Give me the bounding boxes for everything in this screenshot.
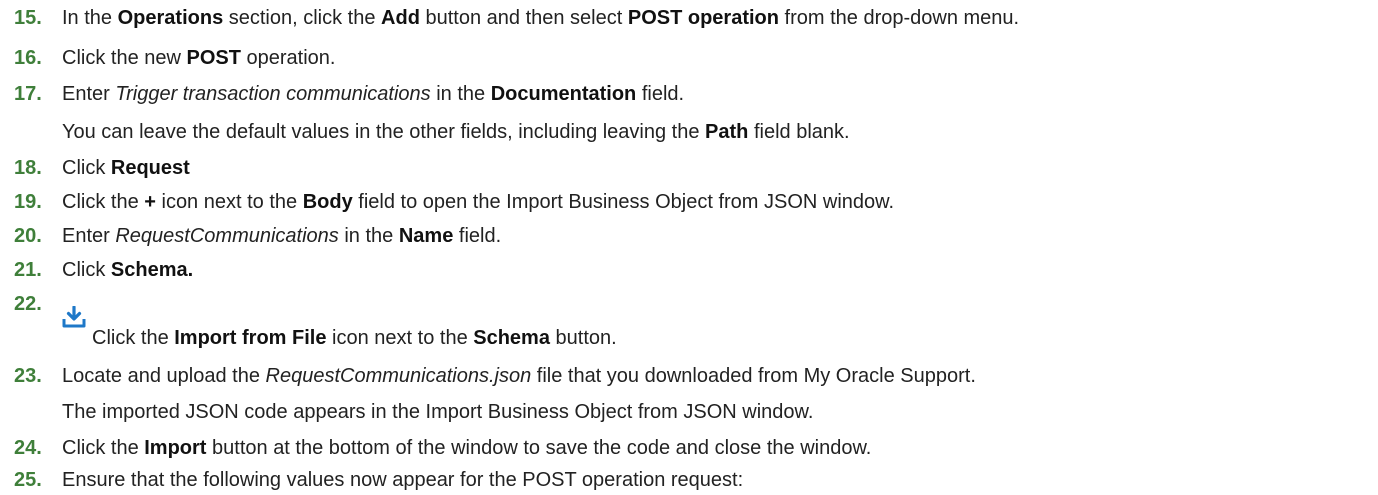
ui-term: + [144,191,156,213]
text-run: field to open the Import Business Object… [352,191,895,213]
text-run: You can leave the default values in the … [62,121,706,143]
ui-term: Path [705,121,749,143]
step-text: Click Request [62,156,190,180]
text-run: field. [636,83,685,105]
typed-value: RequestCommunications [115,225,339,247]
ui-term: Documentation [490,83,637,105]
text-run: button at the bottom of the window to sa… [206,437,872,459]
step-text: Locate and upload the RequestCommunicati… [62,364,976,388]
step-text: In the Operations section, click the Add… [62,6,1019,30]
text-run: Enter [62,83,116,105]
step-text: Ensure that the following values now app… [62,468,743,492]
step-number: 17. [14,83,42,105]
step-text: Click the Import from File icon next to … [92,326,617,350]
text-run: Click the new [62,47,187,69]
text-run: Ensure that the following values now app… [62,469,744,491]
text-run: Click [62,157,111,179]
text-run: icon next to the [326,327,474,349]
text-run: operation. [240,47,336,69]
ui-term: Body [302,191,353,213]
text-run: in the [338,225,399,247]
text-run: Click the [92,327,175,349]
step-text: Click Schema. [62,258,193,282]
step-text: Click the + icon next to the Body field … [62,190,894,214]
instruction-steps: 15. In the Operations section, click the… [0,0,1378,495]
step-number: 25. [14,469,42,491]
text-run: icon next to the [155,191,303,213]
download-tray-icon [62,305,86,328]
step-number: 22. [14,293,42,315]
text-run: Click the [62,191,145,213]
ui-term: Operations [117,7,224,29]
text-run: Locate and upload the [62,365,266,387]
ui-term: Request [110,157,190,179]
ui-term: Add [381,7,420,29]
text-run: field. [453,225,502,247]
text-run: In the [62,7,118,29]
text-run: file that you downloaded from My Oracle … [531,365,976,387]
step-number: 16. [14,47,42,69]
ui-term: Name [398,225,454,247]
step-text: The imported JSON code appears in the Im… [62,400,813,424]
text-run: The imported JSON code appears in the Im… [62,401,814,423]
text-run: Click the [62,437,145,459]
text-run: button. [549,327,617,349]
step-number: 24. [14,437,42,459]
step-number: 15. [14,7,42,29]
ui-term: Import from File [174,327,327,349]
text-run: from the drop-down menu. [778,7,1020,29]
ui-term: Schema. [110,259,194,281]
step-text: Enter RequestCommunications in the Name … [62,224,501,248]
step-text: Click the new POST operation. [62,46,335,70]
step-number: 21. [14,259,42,281]
text-run: field blank. [748,121,850,143]
text-run: in the [430,83,491,105]
ui-term: POST operation [627,7,779,29]
step-number: 18. [14,157,42,179]
text-run: Click [62,259,111,281]
step-number: 23. [14,365,42,387]
file-name: RequestCommunications.json [265,365,532,387]
step-number: 19. [14,191,42,213]
typed-value: Trigger transaction communications [115,83,431,105]
text-run: button and then select [419,7,628,29]
import-from-file-icon [62,305,86,328]
text-run: Enter [62,225,116,247]
ui-term: Import [144,437,207,459]
step-number: 20. [14,225,42,247]
step-text: Enter Trigger transaction communications… [62,82,684,106]
text-run: section, click the [223,7,382,29]
ui-term: Schema [473,327,550,349]
step-text: You can leave the default values in the … [62,120,850,144]
step-text: Click the Import button at the bottom of… [62,436,871,460]
ui-term: POST [186,47,241,69]
